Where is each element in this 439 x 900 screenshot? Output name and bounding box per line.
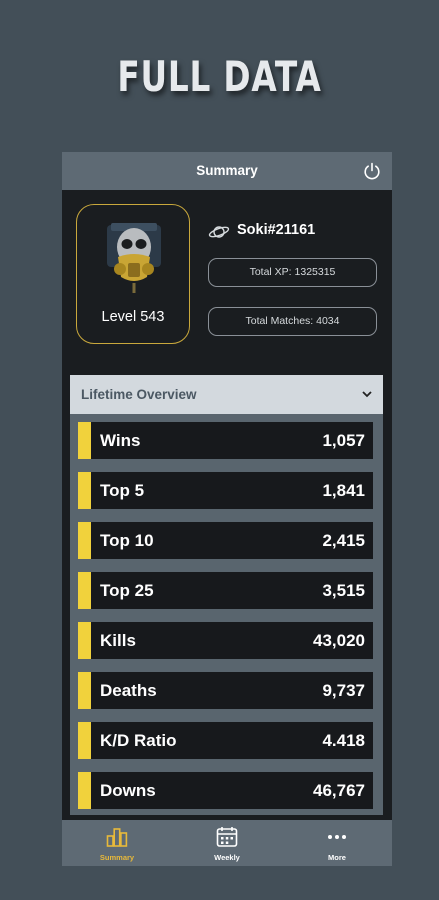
tab-label: More (328, 853, 346, 862)
stat-accent-bar (78, 772, 91, 809)
player-level: Level 543 (101, 309, 165, 325)
stat-value: 4.418 (322, 731, 365, 750)
stat-accent-bar (78, 472, 91, 509)
stat-row-top10: Top 10 2,415 (78, 522, 373, 559)
stat-row-top5: Top 5 1,841 (78, 472, 373, 509)
tab-more[interactable]: More (282, 820, 392, 866)
stat-name: Wins (100, 431, 141, 450)
power-icon[interactable] (362, 161, 382, 181)
stat-accent-bar (78, 572, 91, 609)
stat-row-downs: Downs 46,767 (78, 772, 373, 809)
stat-value: 3,515 (322, 581, 365, 600)
total-xp-badge: Total XP: 1325315 (208, 258, 377, 287)
stat-name: Kills (100, 631, 136, 650)
stat-row-deaths: Deaths 9,737 (78, 672, 373, 709)
stat-value: 1,841 (322, 481, 365, 500)
stat-accent-bar (78, 672, 91, 709)
tab-summary[interactable]: Summary (62, 820, 172, 866)
stat-name: K/D Ratio (100, 731, 177, 750)
tab-label: Weekly (214, 853, 240, 862)
stat-accent-bar (78, 722, 91, 759)
stat-name: Top 5 (100, 481, 145, 500)
calendar-icon (216, 827, 238, 847)
stat-name: Deaths (100, 681, 157, 700)
stat-value: 46,767 (313, 781, 365, 800)
stat-accent-bar (78, 422, 91, 459)
stat-row-top25: Top 25 3,515 (78, 572, 373, 609)
stat-row-kd-ratio: K/D Ratio 4.418 (78, 722, 373, 759)
avatar-card: Level 543 (76, 204, 190, 344)
promo-title: FULL DATA (117, 52, 322, 101)
app-screen: Summary Level 543 Soki#21161 Total XP: 1… (62, 152, 392, 866)
stat-accent-bar (78, 522, 91, 559)
page-title: Summary (196, 163, 258, 178)
stat-name: Top 10 (100, 531, 154, 550)
bottom-tab-bar: Summary Weekly More (62, 820, 392, 866)
stat-value: 1,057 (322, 431, 365, 450)
total-matches-badge: Total Matches: 4034 (208, 307, 377, 336)
username: Soki#21161 (237, 222, 316, 238)
bar-chart-icon (106, 828, 128, 847)
stat-accent-bar (78, 622, 91, 659)
stat-name: Top 25 (100, 581, 154, 600)
stat-value: 9,737 (322, 681, 365, 700)
lifetime-overview-dropdown[interactable]: Lifetime Overview (70, 375, 383, 414)
section-label: Lifetime Overview (81, 387, 197, 402)
stat-name: Downs (100, 781, 156, 800)
stat-value: 2,415 (322, 531, 365, 550)
stat-row-wins: Wins 1,057 (78, 422, 373, 459)
stat-value: 43,020 (313, 631, 365, 650)
gas-mask-skull-avatar-icon (107, 223, 161, 293)
more-dots-icon (328, 835, 346, 839)
profile-section: Level 543 Soki#21161 Total XP: 1325315 T… (62, 190, 392, 375)
planet-icon (208, 226, 230, 238)
tab-label: Summary (99, 853, 135, 862)
app-header: Summary (62, 152, 392, 190)
stat-row-kills: Kills 43,020 (78, 622, 373, 659)
lifetime-overview-section: Lifetime Overview Wins 1,057 Top 5 1,841… (70, 375, 383, 815)
chevron-down-icon (362, 391, 372, 398)
tab-weekly[interactable]: Weekly (172, 820, 282, 866)
